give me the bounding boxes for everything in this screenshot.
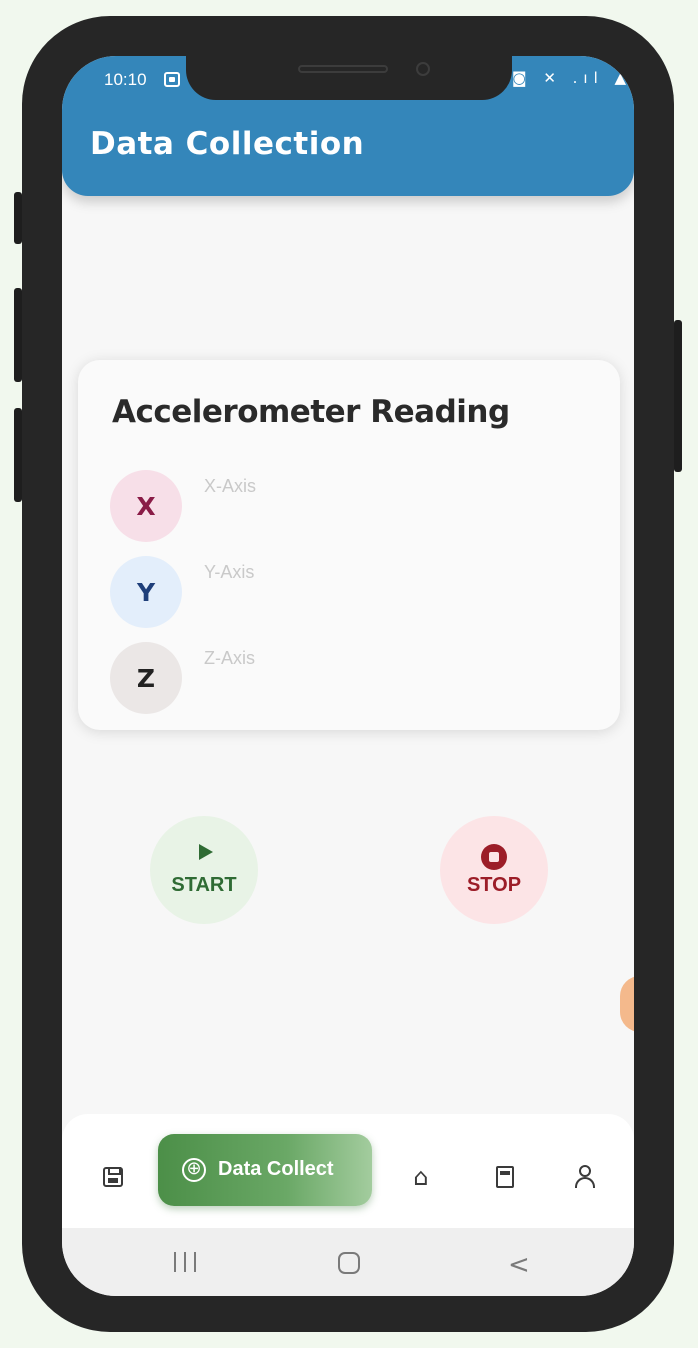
system-navigation-bar: < xyxy=(62,1228,634,1296)
home-icon[interactable]: ⌂ xyxy=(406,1162,436,1192)
z-axis-label: Z-Axis xyxy=(204,648,255,668)
z-axis-badge: Z xyxy=(110,642,182,714)
profile-icon[interactable] xyxy=(570,1162,600,1192)
floating-action-button[interactable] xyxy=(620,976,634,1032)
back-icon[interactable]: < xyxy=(508,1250,530,1280)
accelerometer-card: Accelerometer Reading X X-Axis Y Y-Axis … xyxy=(78,360,620,730)
x-axis-letter: X xyxy=(136,491,156,521)
stop-button[interactable]: STOP xyxy=(440,816,548,924)
status-time: 10:10 xyxy=(104,70,147,89)
start-button[interactable]: START xyxy=(150,816,258,924)
card-title: Accelerometer Reading xyxy=(112,394,510,430)
save-icon[interactable] xyxy=(98,1162,128,1192)
data-collect-label: Data Collect xyxy=(218,1158,334,1180)
status-icons: ◙ ✕ .ıl ▲ xyxy=(512,69,633,87)
axis-row-z: Z Z-Axis xyxy=(110,642,550,714)
document-icon[interactable] xyxy=(490,1162,520,1192)
system-home-icon[interactable] xyxy=(338,1252,360,1274)
add-circle-icon: ⊕ xyxy=(182,1158,206,1182)
page-title: Data Collection xyxy=(90,126,365,162)
axis-row-x: X X-Axis xyxy=(110,470,550,542)
stop-label: STOP xyxy=(466,874,522,896)
start-label: START xyxy=(171,874,237,896)
x-axis-label: X-Axis xyxy=(204,476,257,496)
camera-notch xyxy=(186,56,512,100)
data-collect-button[interactable]: ⊕ Data Collect xyxy=(158,1134,372,1206)
speaker-grill xyxy=(298,65,388,73)
phone-screen: 10:10 ◙ ✕ .ıl ▲ Data Collection Accelero… xyxy=(62,56,634,1296)
axis-row-y: Y Y-Axis xyxy=(110,556,550,628)
volume-up-button xyxy=(14,288,22,382)
volume-down-button xyxy=(14,408,22,502)
y-axis-badge: Y xyxy=(110,556,182,628)
stop-icon xyxy=(481,844,507,870)
z-axis-letter: Z xyxy=(136,663,156,693)
y-axis-label: Y-Axis xyxy=(204,562,255,582)
y-axis-letter: Y xyxy=(136,577,156,607)
power-button xyxy=(674,320,682,472)
app-bar: 10:10 ◙ ✕ .ıl ▲ Data Collection xyxy=(62,56,634,196)
play-icon xyxy=(195,844,213,860)
x-axis-badge: X xyxy=(110,470,182,542)
recent-apps-icon[interactable] xyxy=(174,1252,196,1272)
notification-icon xyxy=(164,72,180,87)
bottom-navigation: ⊕ Data Collect ⌂ xyxy=(62,1114,634,1234)
front-camera xyxy=(416,62,430,76)
volume-button xyxy=(14,192,22,244)
